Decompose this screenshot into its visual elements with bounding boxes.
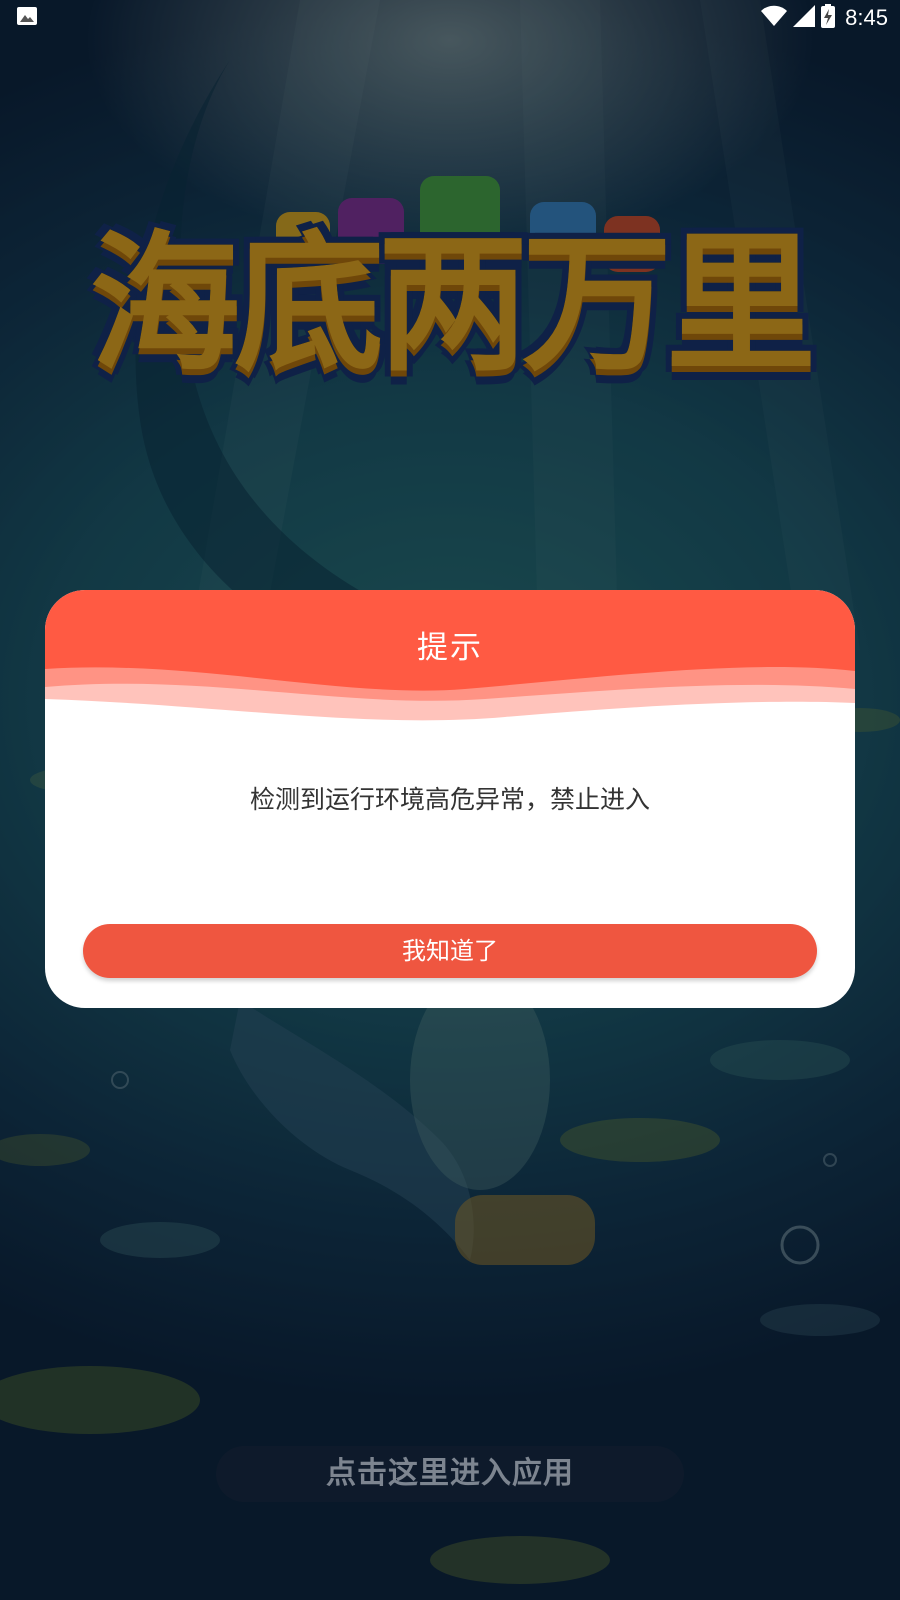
confirm-button[interactable]: 我知道了 xyxy=(83,924,817,978)
enter-app-button[interactable]: 点击这里进入应用 xyxy=(216,1446,684,1502)
alert-dialog: 提示 检测到运行环境高危异常，禁止进入 我知道了 xyxy=(45,590,855,1008)
dialog-message: 检测到运行环境高危异常，禁止进入 xyxy=(249,785,650,814)
image-notification-icon xyxy=(16,5,38,31)
dialog-header: 提示 xyxy=(45,590,855,729)
battery-charging-icon xyxy=(821,4,836,32)
wifi-icon xyxy=(761,5,788,31)
cellular-signal-icon xyxy=(793,5,816,31)
clock: 8:45 xyxy=(845,5,888,30)
wave-decoration xyxy=(45,667,855,729)
status-bar: 8:45 xyxy=(0,0,900,36)
status-icons: 8:45 xyxy=(761,4,888,32)
